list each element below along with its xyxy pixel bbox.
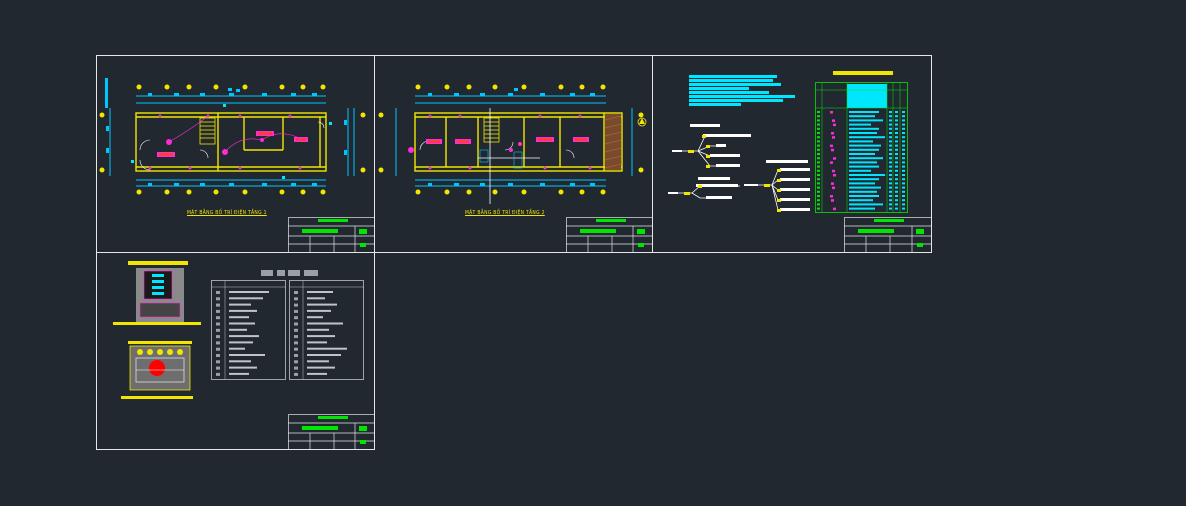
title-block-sheet-4 <box>288 414 375 450</box>
single-line-diagram-right <box>744 160 810 212</box>
panel-elevation-top <box>113 261 201 325</box>
floor-plan-2-drawing <box>378 84 647 204</box>
title-block-sheet-1 <box>288 217 375 253</box>
panel-breaker-marker <box>149 360 165 376</box>
load-schedule-table <box>815 71 908 213</box>
panel-elevation-bottom <box>121 341 193 399</box>
title-block-sheet-3 <box>844 217 932 253</box>
drawing-canvas[interactable] <box>0 0 1186 506</box>
symbol-legend <box>211 270 364 380</box>
floor-plan-2-caption: MẶT BẰNG BỐ TRÍ ĐIỆN TẦNG 2 <box>465 210 545 216</box>
single-line-diagram-left <box>668 124 751 199</box>
floor-plan-1-caption: MẶT BẰNG BỐ TRÍ ĐIỆN TẦNG 1 <box>187 210 267 216</box>
north-arrow-icon <box>637 117 647 127</box>
title-block-sheet-2 <box>566 217 653 253</box>
wiring-notes <box>689 75 795 106</box>
floor-plan-1-drawing <box>99 78 366 195</box>
